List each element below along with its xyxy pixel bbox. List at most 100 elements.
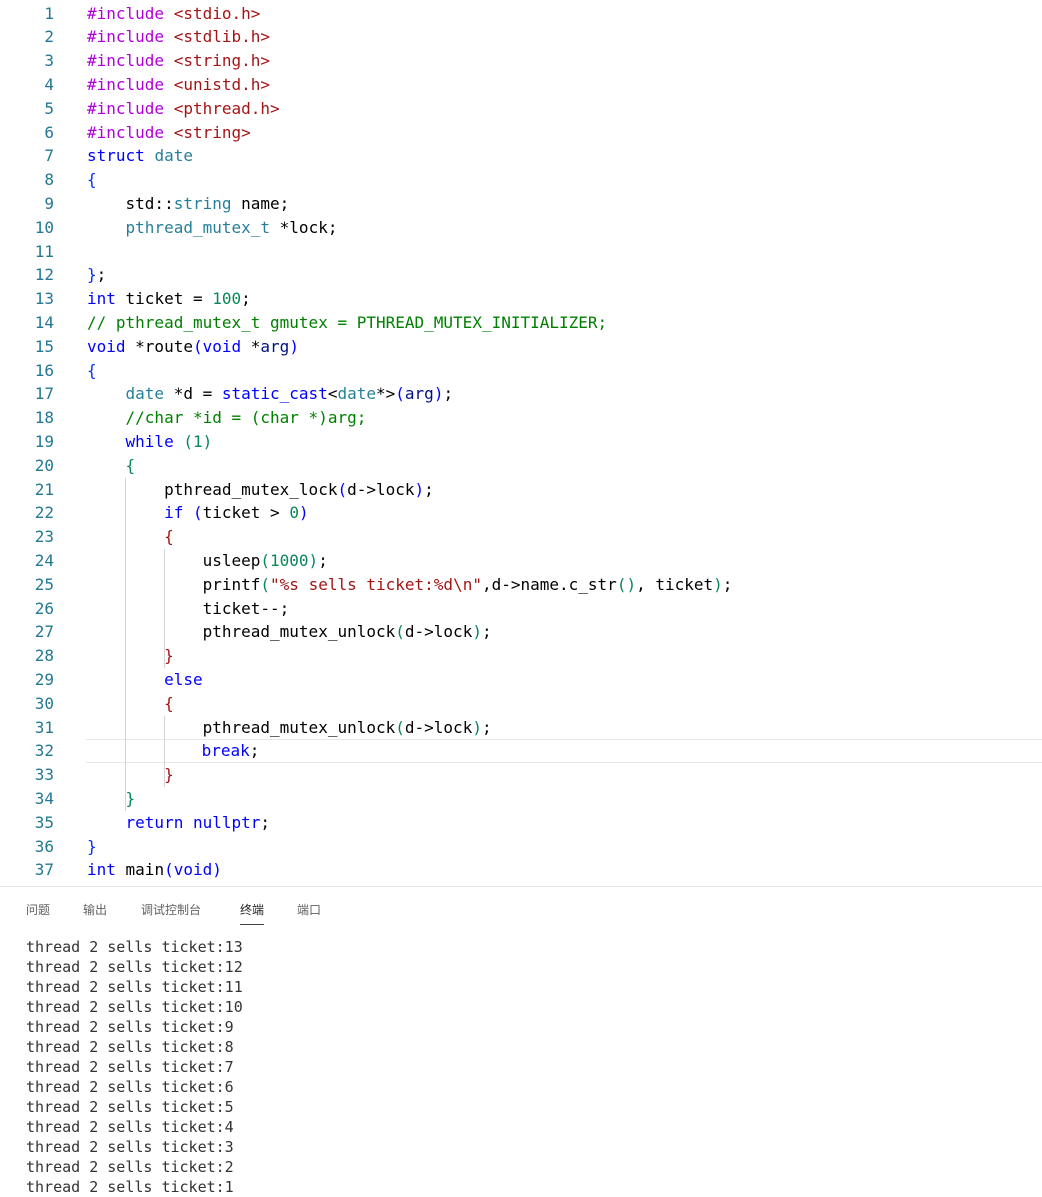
code-line[interactable]: 15 void *route(void *arg)	[0, 335, 1042, 359]
code-line[interactable]: 31 pthread_mutex_unlock(d->lock);	[0, 716, 1042, 740]
line-number: 19	[34, 431, 54, 451]
code-text: date *d = static_cast<date*>(arg);	[87, 382, 454, 406]
code-text: }	[87, 835, 97, 859]
terminal-line: thread 2 sells ticket:1	[26, 1178, 234, 1196]
code-line[interactable]: 32 break;	[35, 739, 1042, 763]
code-token: string	[173, 193, 232, 213]
code-token: #include	[87, 27, 174, 47]
line-number: 23	[34, 527, 54, 547]
line-number: 3	[44, 51, 54, 71]
terminal-output[interactable]: thread 2 sells ticket:13 thread 2 sells t…	[26, 937, 243, 1197]
code-text: printf("%s sells ticket:%d\n",d->name.c_…	[87, 573, 733, 597]
code-line[interactable]: 7 struct date	[0, 144, 1042, 168]
code-token: ticket =	[115, 289, 213, 309]
code-line[interactable]: 25 printf("%s sells ticket:%d\n",d->name…	[0, 573, 1042, 597]
code-token: )	[713, 574, 723, 594]
tab-output[interactable]: 输出	[83, 901, 107, 918]
code-line[interactable]: 35 return nullptr;	[0, 811, 1042, 835]
code-text: #include <unistd.h>	[87, 73, 270, 97]
line-number: 26	[34, 598, 54, 618]
code-token: }	[164, 765, 174, 785]
tab-terminal[interactable]: 终端	[240, 901, 265, 925]
line-number: 8	[44, 170, 54, 190]
code-line[interactable]: 19 while (1)	[0, 430, 1042, 454]
code-token: int	[87, 860, 116, 880]
code-line[interactable]: 5 #include <pthread.h>	[0, 97, 1042, 121]
code-token: main	[115, 860, 165, 880]
terminal-line: thread 2 sells ticket:4	[26, 1118, 234, 1136]
code-line[interactable]: 2 #include <stdlib.h>	[0, 25, 1042, 49]
code-token: )	[289, 336, 299, 356]
code-token: // pthread_mutex_t gmutex = PTHREAD_MUTE…	[87, 312, 608, 332]
code-line[interactable]: 29 else	[0, 668, 1042, 692]
code-token: ;	[481, 622, 492, 642]
code-line[interactable]: 3 #include <string.h>	[0, 49, 1042, 73]
indent-guide	[164, 715, 165, 787]
line-number: 22	[34, 503, 54, 523]
code-token: , ticket	[636, 574, 714, 594]
code-line[interactable]: 10 pthread_mutex_t *lock;	[0, 216, 1042, 240]
code-token: }	[87, 836, 97, 856]
code-line[interactable]: 9 std::string name;	[0, 192, 1042, 216]
code-line[interactable]: 28 }	[0, 644, 1042, 668]
code-token: if	[164, 503, 184, 523]
code-text: };	[87, 263, 106, 287]
code-line[interactable]: 34 }	[0, 787, 1042, 811]
code-token: d->lock	[404, 622, 473, 642]
code-text: pthread_mutex_unlock(d->lock);	[87, 620, 492, 644]
code-text: #include <stdio.h>	[87, 2, 260, 26]
code-line[interactable]: 8{	[0, 168, 1042, 192]
code-token: int	[87, 289, 116, 309]
code-line[interactable]: 37 int main(void)	[0, 858, 1042, 882]
code-line[interactable]: 24 usleep(1000);	[0, 549, 1042, 573]
code-token: <string.h>	[173, 51, 271, 71]
code-line[interactable]: 13 int ticket = 100;	[0, 287, 1042, 311]
code-line[interactable]: 1 #include <stdio.h>	[0, 2, 1042, 26]
line-number: 6	[44, 122, 54, 142]
terminal-line: thread 2 sells ticket:9	[26, 1018, 234, 1036]
panel-tabs: 问题 输出 调试控制台 终端 端口	[0, 887, 1042, 927]
code-line[interactable]: 16 {	[0, 359, 1042, 383]
line-number: 29	[34, 669, 54, 689]
code-line[interactable]: 4 #include <unistd.h>	[0, 73, 1042, 97]
code-line[interactable]: 11	[0, 240, 1042, 264]
code-line[interactable]: 6 #include <string>	[0, 121, 1042, 145]
code-line[interactable]: 33 }	[0, 763, 1042, 787]
tab-ports[interactable]: 端口	[297, 901, 321, 918]
code-line[interactable]: 36}	[0, 835, 1042, 859]
line-number: 5	[44, 98, 54, 118]
code-line[interactable]: 21 pthread_mutex_lock(d->lock);	[0, 478, 1042, 502]
terminal-line: thread 2 sells ticket:10	[26, 998, 243, 1016]
code-line[interactable]: 22 if (ticket > 0)	[0, 501, 1042, 525]
code-token: (	[395, 384, 405, 404]
line-number: 4	[44, 74, 54, 94]
code-line[interactable]: 12};	[0, 263, 1042, 287]
code-editor[interactable]: 1 #include <stdio.h> 2 #include <stdlib.h> 3…	[0, 0, 1042, 886]
code-token: (	[164, 860, 174, 880]
code-line[interactable]: 20 {	[0, 454, 1042, 478]
code-token: ;	[241, 289, 251, 309]
code-text: if (ticket > 0)	[87, 501, 309, 525]
code-line[interactable]: 18 //char *id = (char *)arg;	[0, 406, 1042, 430]
code-line[interactable]: 27 pthread_mutex_unlock(d->lock);	[0, 620, 1042, 644]
code-text: }	[87, 787, 136, 811]
code-token: }	[164, 646, 174, 666]
code-text: else	[87, 668, 203, 692]
code-token: ;	[318, 550, 328, 570]
terminal-line: thread 2 sells ticket:6	[26, 1078, 234, 1096]
code-text: int ticket = 100;	[87, 287, 251, 311]
code-line[interactable]: 14 // pthread_mutex_t gmutex = PTHREAD_MU…	[0, 311, 1042, 335]
line-number: 36	[34, 836, 54, 856]
code-line[interactable]: 17 date *d = static_cast<date*>(arg);	[0, 382, 1042, 406]
code-text: while (1)	[87, 430, 213, 454]
tab-problems[interactable]: 问题	[26, 901, 50, 918]
code-line[interactable]: 30 {	[0, 692, 1042, 716]
code-line[interactable]: 26 ticket--;	[0, 597, 1042, 621]
code-text: #include <pthread.h>	[87, 97, 280, 121]
tab-debug-console[interactable]: 调试控制台	[141, 901, 201, 918]
code-token: (1000)	[260, 550, 319, 570]
code-line[interactable]: 23 {	[0, 525, 1042, 549]
code-token: *lock;	[270, 217, 338, 237]
